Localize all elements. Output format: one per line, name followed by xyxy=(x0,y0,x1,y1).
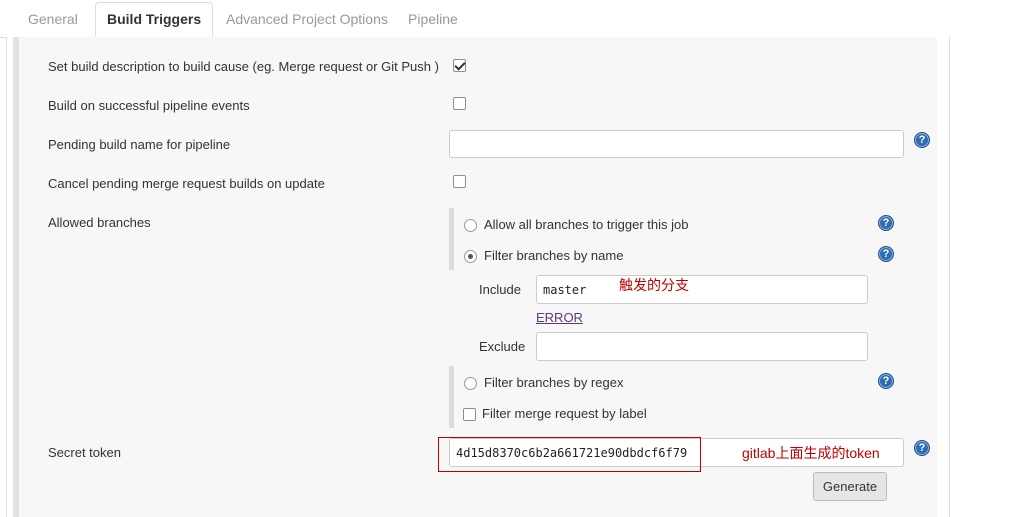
generate-button[interactable]: Generate xyxy=(813,472,887,501)
tab-pipeline[interactable]: Pipeline xyxy=(408,11,458,27)
exclude-input[interactable] xyxy=(536,332,868,361)
pipeline-events-label: Build on successful pipeline events xyxy=(48,98,250,113)
include-input[interactable]: master xyxy=(536,275,868,304)
token-highlight-box xyxy=(438,437,701,472)
tab-advanced-project-options[interactable]: Advanced Project Options xyxy=(226,11,388,27)
include-label: Include xyxy=(479,282,521,297)
set-description-checkbox[interactable] xyxy=(453,59,466,72)
allow-all-label: Allow all branches to trigger this job xyxy=(484,217,689,232)
error-link[interactable]: ERROR xyxy=(536,310,583,325)
filter-by-name-label: Filter branches by name xyxy=(484,248,624,263)
filter-by-regex-label: Filter branches by regex xyxy=(484,375,624,390)
exclude-label: Exclude xyxy=(479,339,526,354)
filter-by-regex-radio[interactable] xyxy=(464,377,477,390)
filter-by-name-radio[interactable] xyxy=(464,250,477,263)
help-icon[interactable]: ? xyxy=(878,246,894,262)
tab-build-triggers[interactable]: Build Triggers xyxy=(95,2,214,37)
pending-build-name-label: Pending build name for pipeline xyxy=(48,137,231,152)
tab-general[interactable]: General xyxy=(28,11,78,27)
allowed-branches-label: Allowed branches xyxy=(48,215,151,230)
radio-group-bar xyxy=(449,208,454,270)
help-icon[interactable]: ? xyxy=(914,440,930,456)
radio-group-bar xyxy=(449,366,454,428)
token-annotation: gitlab上面生成的token xyxy=(742,445,880,461)
filter-by-label-checkbox[interactable] xyxy=(463,408,476,421)
help-icon[interactable]: ? xyxy=(914,132,930,148)
help-icon[interactable]: ? xyxy=(878,373,894,389)
allow-all-radio[interactable] xyxy=(464,219,477,232)
include-annotation: 触发的分支 xyxy=(619,277,689,293)
cancel-pending-checkbox[interactable] xyxy=(453,175,466,188)
set-description-label: Set build description to build cause (eg… xyxy=(48,59,439,74)
filter-by-label-label: Filter merge request by label xyxy=(482,406,647,421)
secret-token-label: Secret token xyxy=(48,445,121,460)
cancel-pending-label: Cancel pending merge request builds on u… xyxy=(48,176,325,191)
pipeline-events-checkbox[interactable] xyxy=(453,97,466,110)
tab-bar: General Build Triggers Advanced Project … xyxy=(0,0,950,38)
pending-build-name-input[interactable] xyxy=(449,130,904,158)
help-icon[interactable]: ? xyxy=(878,215,894,231)
